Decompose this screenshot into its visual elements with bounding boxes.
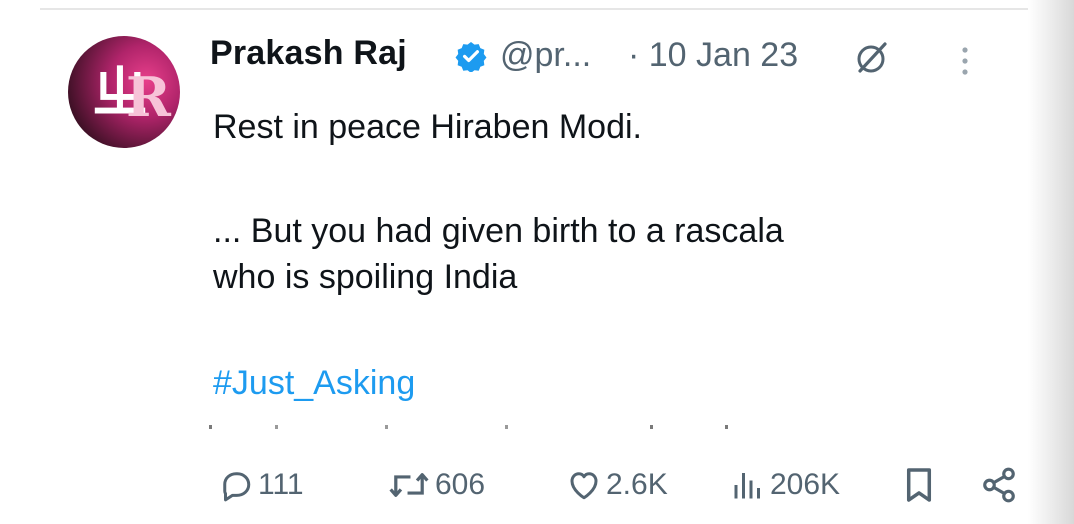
like-button[interactable]: 2.6K: [566, 460, 668, 510]
views-button[interactable]: 206K: [730, 460, 840, 510]
tweet-card: ㄓ R Prakash Raj @pr... · 10 Jan 23 Rest …: [0, 0, 1074, 524]
clipped-text-remnant: [209, 425, 728, 429]
repost-icon: [389, 473, 429, 497]
more-vertical-icon[interactable]: [955, 42, 975, 82]
reply-icon: [223, 472, 251, 502]
tweet-line: who is spoiling India: [213, 258, 518, 296]
bookmark-button[interactable]: [903, 460, 935, 510]
repost-button[interactable]: 606: [387, 460, 485, 510]
right-edge-shadow: [1028, 0, 1074, 524]
tweet-text: Rest in peace Hiraben Modi. ... But you …: [213, 104, 973, 300]
share-icon: [983, 467, 1015, 503]
author-handle[interactable]: @pr...: [500, 36, 591, 75]
tweet-line: Rest in peace Hiraben Modi.: [213, 108, 643, 146]
tweet-line: ... But you had given birth to a rascala: [213, 212, 784, 250]
like-count: 2.6K: [606, 468, 668, 501]
verified-badge-icon: [455, 42, 487, 72]
avatar-logo-icon: ㄓ R: [92, 60, 172, 129]
hashtag-link[interactable]: #Just_Asking: [213, 364, 415, 403]
reply-button[interactable]: 111: [218, 460, 304, 510]
tweet-actions: 111 606 2.6K 206K: [0, 460, 1074, 510]
views-bar-icon: [734, 473, 760, 499]
author-name[interactable]: Prakash Raj: [210, 34, 407, 73]
grok-icon[interactable]: [852, 38, 892, 78]
repost-count: 606: [435, 468, 486, 501]
avatar[interactable]: ㄓ R: [68, 36, 180, 148]
svg-text:R: R: [126, 65, 172, 129]
share-button[interactable]: [980, 460, 1018, 510]
views-count: 206K: [770, 468, 841, 501]
tweet-date[interactable]: · 10 Jan 23: [628, 36, 798, 75]
reply-count: 111: [258, 468, 304, 501]
bookmark-icon: [906, 468, 932, 502]
heart-icon: [570, 472, 598, 500]
top-divider: [40, 8, 1034, 10]
